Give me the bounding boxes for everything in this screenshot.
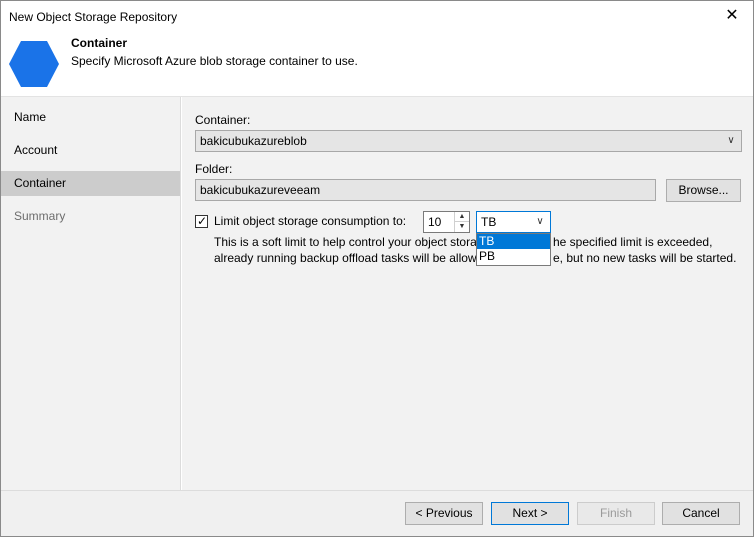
unit-dropdown-list: TB PB [476,233,551,266]
close-icon[interactable]: ✕ [721,5,743,27]
note-line-2-end: e, but no new tasks will be started. [553,251,737,265]
limit-value: 10 [428,215,442,229]
chevron-down-icon: ∨ [536,216,544,227]
step-name[interactable]: Name [1,105,180,130]
checkmark-icon: ✓ [197,214,208,228]
content-panel: Container: bakicubukazureblob ∨ Folder: … [182,97,753,490]
stepper-up-icon[interactable]: ▲ [455,212,469,222]
container-select[interactable]: bakicubukazureblob ∨ [195,130,742,152]
unit-value: TB [481,215,497,229]
stepper-down-icon[interactable]: ▼ [455,222,469,232]
previous-button[interactable]: < Previous [405,502,483,525]
unit-option-tb[interactable]: TB [477,234,550,249]
folder-value: bakicubukazureveeam [200,183,321,197]
container-label: Container: [195,113,251,127]
limit-stepper[interactable]: 10 ▲ ▼ [423,211,470,233]
container-value: bakicubukazureblob [200,134,307,148]
limit-label: Limit object storage consumption to: [214,214,407,228]
cancel-button[interactable]: Cancel [662,502,740,525]
step-title: Container [71,36,128,50]
stepper-buttons: ▲ ▼ [454,212,469,232]
wizard-footer: < Previous Next > Finish Cancel [1,490,753,536]
chevron-down-icon: ∨ [727,135,735,146]
step-summary: Summary [14,209,66,223]
unit-option-pb[interactable]: PB [477,249,550,264]
title-bar: New Object Storage Repository ✕ [1,1,753,31]
step-account[interactable]: Account [1,138,180,163]
dialog-window: New Object Storage Repository ✕ Containe… [0,0,754,537]
step-description: Specify Microsoft Azure blob storage con… [71,54,358,68]
unit-select[interactable]: TB ∨ [476,211,551,233]
browse-button[interactable]: Browse... [666,179,741,202]
note-line-1-end: he specified limit is exceeded, [553,235,713,249]
folder-field[interactable]: bakicubukazureveeam [195,179,656,201]
finish-button: Finish [577,502,655,525]
wizard-steps: Name Account Container Summary [1,97,181,490]
limit-checkbox[interactable]: ✓ [195,214,208,228]
next-button[interactable]: Next > [491,502,569,525]
note-line-2-start: already running backup offload tasks wil… [214,251,477,265]
wizard-header: Container Specify Microsoft Azure blob s… [1,31,753,96]
window-title: New Object Storage Repository [9,10,178,24]
folder-label: Folder: [195,162,233,176]
note-line-1-start: This is a soft limit to help control you… [214,235,477,249]
hexagon-icon [9,41,59,87]
step-container[interactable]: Container [1,171,180,196]
